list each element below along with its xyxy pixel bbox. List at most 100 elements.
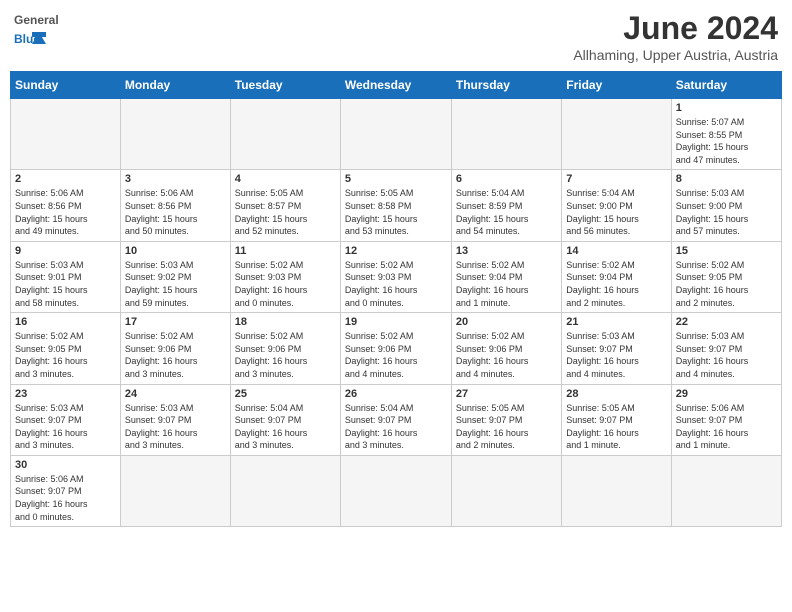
- month-year-title: June 2024: [573, 10, 778, 47]
- calendar-cell: [451, 455, 561, 526]
- calendar-cell: 9 Sunrise: 5:03 AM Sunset: 9:01 PM Daylig…: [11, 241, 121, 312]
- sun-info: Sunrise: 5:04 AM Sunset: 9:00 PM Dayligh…: [566, 187, 666, 237]
- sun-info: Sunrise: 5:04 AM Sunset: 8:59 PM Dayligh…: [456, 187, 557, 237]
- day-header-tuesday: Tuesday: [230, 72, 340, 99]
- sun-info: Sunrise: 5:03 AM Sunset: 9:01 PM Dayligh…: [15, 259, 116, 309]
- day-number: 30: [15, 459, 116, 471]
- sun-info: Sunrise: 5:02 AM Sunset: 9:05 PM Dayligh…: [676, 259, 777, 309]
- calendar-header-row: SundayMondayTuesdayWednesdayThursdayFrid…: [11, 72, 782, 99]
- sun-info: Sunrise: 5:02 AM Sunset: 9:06 PM Dayligh…: [235, 330, 336, 380]
- calendar-cell: 26 Sunrise: 5:04 AM Sunset: 9:07 PM Dayli…: [340, 384, 451, 455]
- calendar-cell: 6 Sunrise: 5:04 AM Sunset: 8:59 PM Daylig…: [451, 170, 561, 241]
- day-number: 22: [676, 316, 777, 328]
- calendar-cell: 4 Sunrise: 5:05 AM Sunset: 8:57 PM Daylig…: [230, 170, 340, 241]
- day-number: 6: [456, 173, 557, 185]
- day-number: 10: [125, 245, 226, 257]
- calendar-cell: [120, 455, 230, 526]
- sun-info: Sunrise: 5:02 AM Sunset: 9:05 PM Dayligh…: [15, 330, 116, 380]
- calendar-cell: 29Sunrise: 5:06 AM Sunset: 9:07 PM Dayli…: [671, 384, 781, 455]
- calendar-cell: [340, 455, 451, 526]
- calendar-cell: [671, 455, 781, 526]
- calendar-cell: 12 Sunrise: 5:02 AM Sunset: 9:03 PM Dayli…: [340, 241, 451, 312]
- sun-info: Sunrise: 5:03 AM Sunset: 9:07 PM Dayligh…: [676, 330, 777, 380]
- day-number: 15: [676, 245, 777, 257]
- calendar-cell: [230, 455, 340, 526]
- day-number: 29: [676, 388, 777, 400]
- calendar-cell: 5Sunrise: 5:05 AM Sunset: 8:58 PM Daylig…: [340, 170, 451, 241]
- calendar-week-row: 30 Sunrise: 5:06 AM Sunset: 9:07 PM Dayli…: [11, 455, 782, 526]
- day-number: 17: [125, 316, 226, 328]
- calendar-cell: 25Sunrise: 5:04 AM Sunset: 9:07 PM Dayli…: [230, 384, 340, 455]
- calendar-cell: 17 Sunrise: 5:02 AM Sunset: 9:06 PM Dayli…: [120, 313, 230, 384]
- day-number: 24: [125, 388, 226, 400]
- day-number: 26: [345, 388, 447, 400]
- sun-info: Sunrise: 5:06 AM Sunset: 9:07 PM Dayligh…: [15, 473, 116, 523]
- day-number: 16: [15, 316, 116, 328]
- calendar-cell: 21Sunrise: 5:03 AM Sunset: 9:07 PM Dayli…: [562, 313, 671, 384]
- calendar-cell: 24 Sunrise: 5:03 AM Sunset: 9:07 PM Dayli…: [120, 384, 230, 455]
- sun-info: Sunrise: 5:02 AM Sunset: 9:06 PM Dayligh…: [456, 330, 557, 380]
- day-number: 27: [456, 388, 557, 400]
- day-number: 18: [235, 316, 336, 328]
- calendar-cell: 30 Sunrise: 5:06 AM Sunset: 9:07 PM Dayli…: [11, 455, 121, 526]
- day-number: 28: [566, 388, 666, 400]
- sun-info: Sunrise: 5:02 AM Sunset: 9:06 PM Dayligh…: [125, 330, 226, 380]
- day-number: 20: [456, 316, 557, 328]
- day-number: 3: [125, 173, 226, 185]
- calendar-week-row: 2 Sunrise: 5:06 AM Sunset: 8:56 PM Daylig…: [11, 170, 782, 241]
- calendar-cell: [230, 99, 340, 170]
- calendar-cell: 7 Sunrise: 5:04 AM Sunset: 9:00 PM Daylig…: [562, 170, 671, 241]
- day-number: 2: [15, 173, 116, 185]
- location-subtitle: Allhaming, Upper Austria, Austria: [573, 47, 778, 63]
- day-header-wednesday: Wednesday: [340, 72, 451, 99]
- day-header-thursday: Thursday: [451, 72, 561, 99]
- day-header-monday: Monday: [120, 72, 230, 99]
- calendar-cell: 11 Sunrise: 5:02 AM Sunset: 9:03 PM Dayli…: [230, 241, 340, 312]
- day-number: 11: [235, 245, 336, 257]
- sun-info: Sunrise: 5:02 AM Sunset: 9:03 PM Dayligh…: [345, 259, 447, 309]
- calendar-cell: 27 Sunrise: 5:05 AM Sunset: 9:07 PM Dayli…: [451, 384, 561, 455]
- calendar-cell: 22 Sunrise: 5:03 AM Sunset: 9:07 PM Dayli…: [671, 313, 781, 384]
- sun-info: Sunrise: 5:06 AM Sunset: 8:56 PM Dayligh…: [125, 187, 226, 237]
- sun-info: Sunrise: 5:02 AM Sunset: 9:03 PM Dayligh…: [235, 259, 336, 309]
- calendar-cell: 28 Sunrise: 5:05 AM Sunset: 9:07 PM Dayli…: [562, 384, 671, 455]
- calendar-cell: 14Sunrise: 5:02 AM Sunset: 9:04 PM Dayli…: [562, 241, 671, 312]
- sun-info: Sunrise: 5:05 AM Sunset: 8:58 PM Dayligh…: [345, 187, 447, 237]
- logo: General Blue: [14, 10, 58, 44]
- calendar-cell: 1Sunrise: 5:07 AM Sunset: 8:55 PM Daylig…: [671, 99, 781, 170]
- svg-text:General: General: [14, 13, 58, 27]
- sun-info: Sunrise: 5:03 AM Sunset: 9:07 PM Dayligh…: [125, 402, 226, 452]
- day-number: 4: [235, 173, 336, 185]
- logo-container: General Blue: [14, 10, 58, 44]
- day-number: 14: [566, 245, 666, 257]
- calendar-cell: 8Sunrise: 5:03 AM Sunset: 9:00 PM Daylig…: [671, 170, 781, 241]
- day-header-saturday: Saturday: [671, 72, 781, 99]
- calendar-cell: 3 Sunrise: 5:06 AM Sunset: 8:56 PM Daylig…: [120, 170, 230, 241]
- day-number: 12: [345, 245, 447, 257]
- sun-info: Sunrise: 5:05 AM Sunset: 8:57 PM Dayligh…: [235, 187, 336, 237]
- sun-info: Sunrise: 5:03 AM Sunset: 9:07 PM Dayligh…: [15, 402, 116, 452]
- calendar-week-row: 16 Sunrise: 5:02 AM Sunset: 9:05 PM Dayli…: [11, 313, 782, 384]
- calendar-cell: 2Sunrise: 5:06 AM Sunset: 8:56 PM Daylig…: [11, 170, 121, 241]
- sun-info: Sunrise: 5:04 AM Sunset: 9:07 PM Dayligh…: [345, 402, 447, 452]
- day-number: 1: [676, 102, 777, 114]
- day-header-friday: Friday: [562, 72, 671, 99]
- calendar-cell: 23Sunrise: 5:03 AM Sunset: 9:07 PM Dayli…: [11, 384, 121, 455]
- sun-info: Sunrise: 5:05 AM Sunset: 9:07 PM Dayligh…: [456, 402, 557, 452]
- page-header: General Blue June 2024 Allhaming, Upper …: [10, 10, 782, 63]
- calendar-week-row: 1Sunrise: 5:07 AM Sunset: 8:55 PM Daylig…: [11, 99, 782, 170]
- day-number: 9: [15, 245, 116, 257]
- calendar-cell: 10Sunrise: 5:03 AM Sunset: 9:02 PM Dayli…: [120, 241, 230, 312]
- day-header-sunday: Sunday: [11, 72, 121, 99]
- calendar-table: SundayMondayTuesdayWednesdayThursdayFrid…: [10, 71, 782, 527]
- sun-info: Sunrise: 5:05 AM Sunset: 9:07 PM Dayligh…: [566, 402, 666, 452]
- calendar-week-row: 9 Sunrise: 5:03 AM Sunset: 9:01 PM Daylig…: [11, 241, 782, 312]
- day-number: 7: [566, 173, 666, 185]
- calendar-cell: 19Sunrise: 5:02 AM Sunset: 9:06 PM Dayli…: [340, 313, 451, 384]
- day-number: 21: [566, 316, 666, 328]
- calendar-cell: [11, 99, 121, 170]
- calendar-cell: 18 Sunrise: 5:02 AM Sunset: 9:06 PM Dayli…: [230, 313, 340, 384]
- calendar-cell: [120, 99, 230, 170]
- calendar-cell: 15 Sunrise: 5:02 AM Sunset: 9:05 PM Dayli…: [671, 241, 781, 312]
- general-blue-logo-icon: General Blue: [14, 10, 58, 44]
